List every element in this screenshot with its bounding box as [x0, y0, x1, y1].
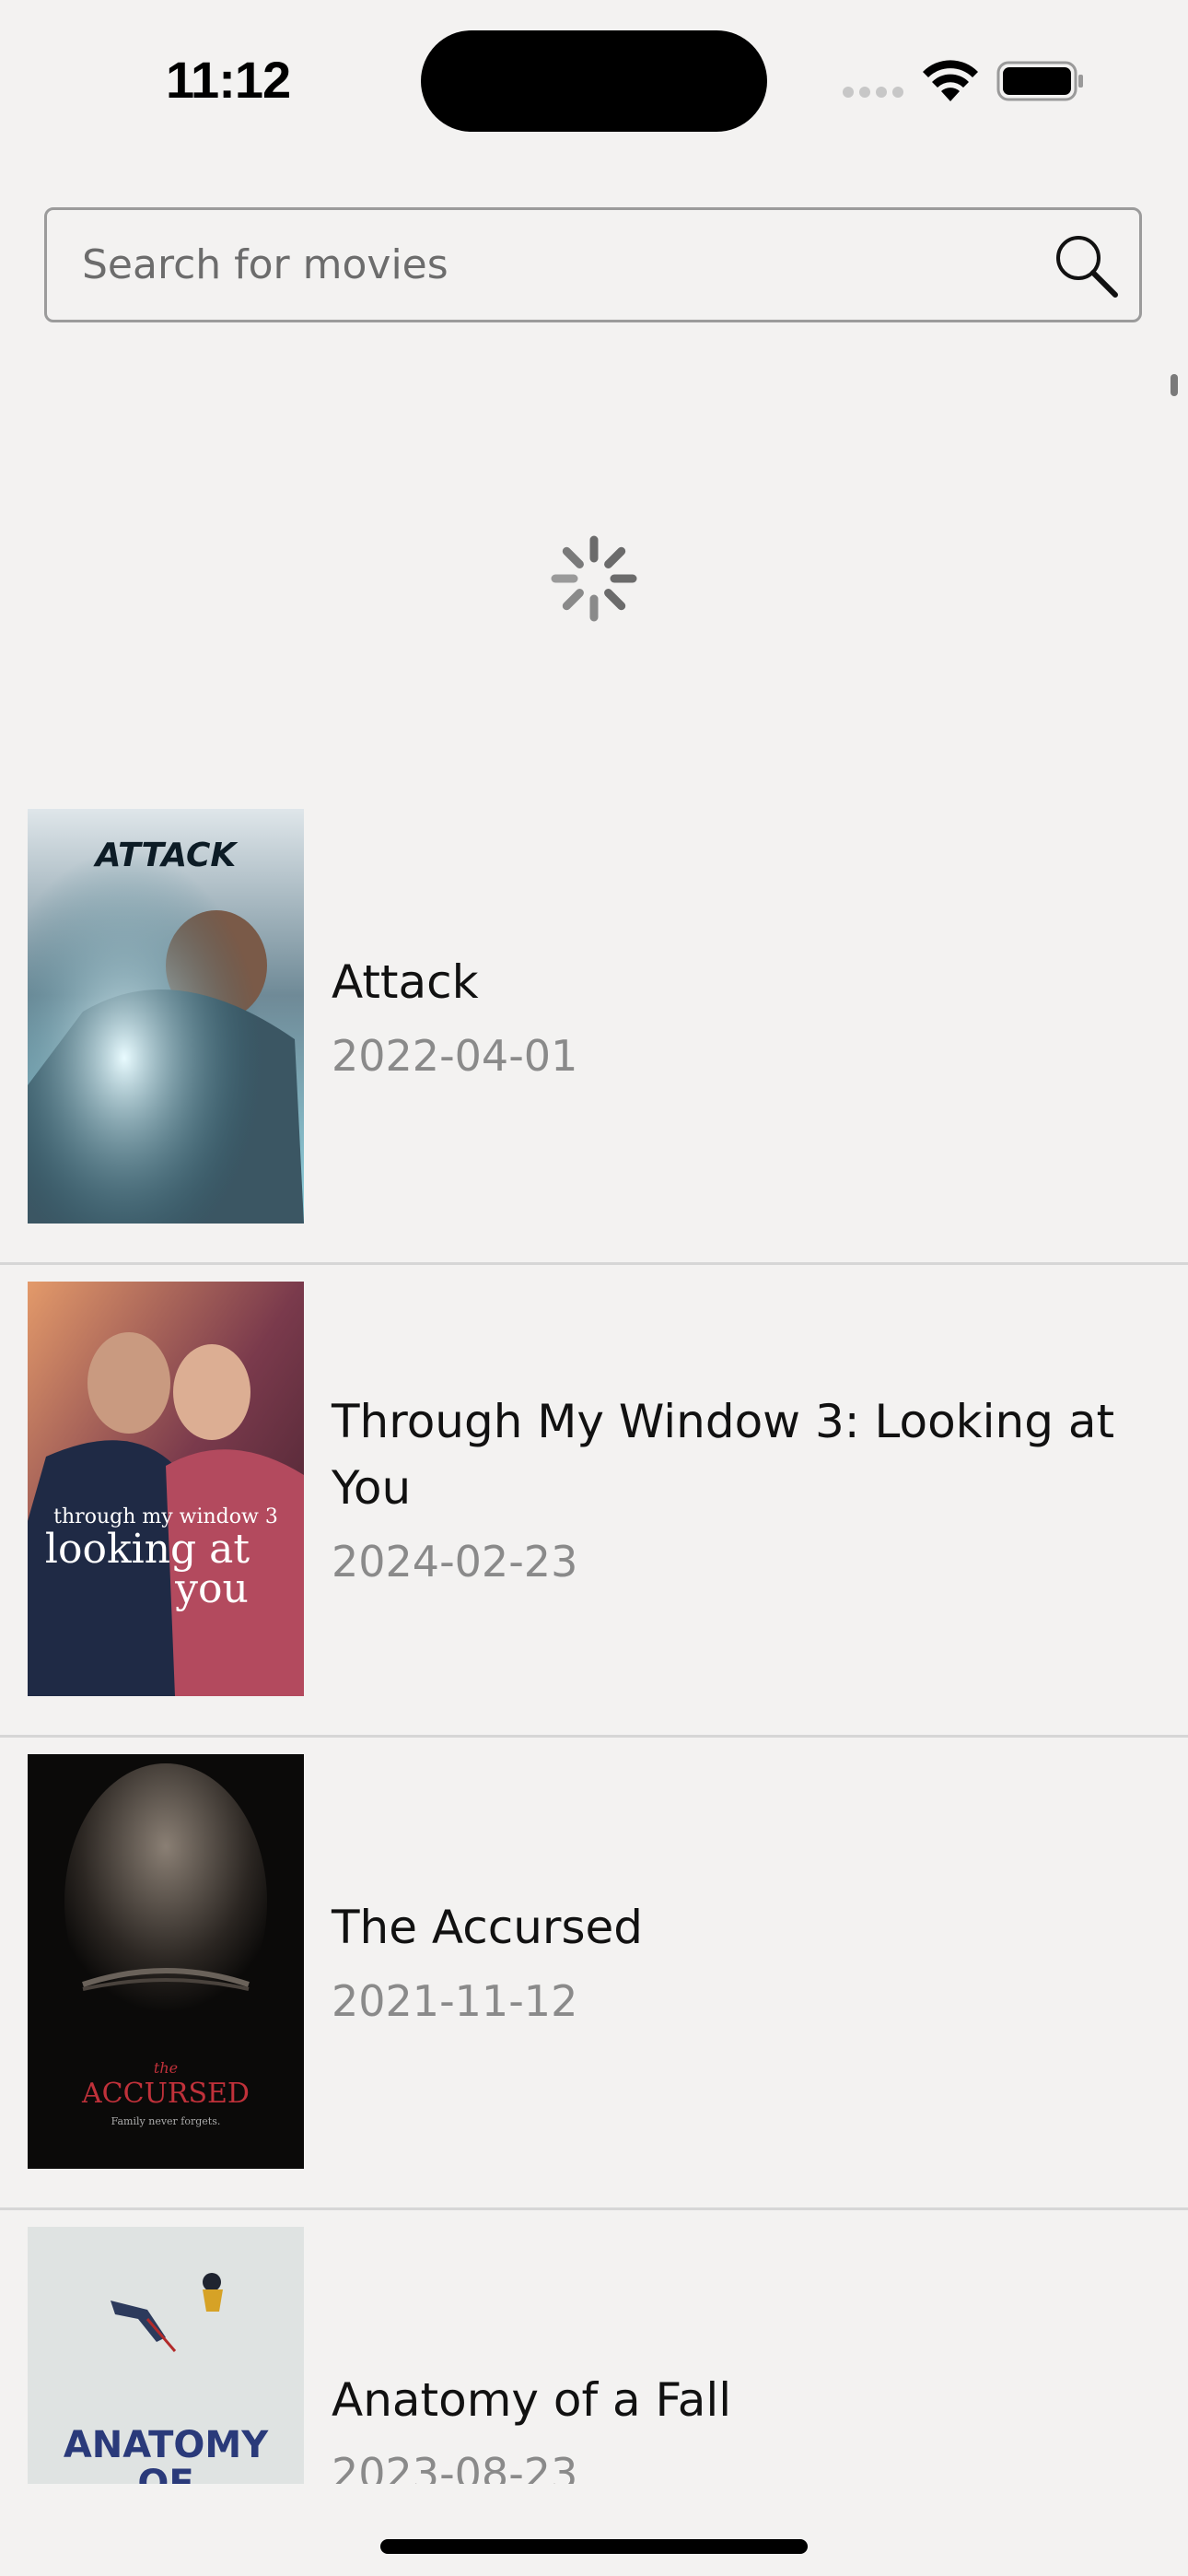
movie-row[interactable]: ATTACK Attack 2022-04-01 — [0, 792, 1188, 1265]
movie-title: Attack — [332, 955, 479, 1009]
poster-title-text: OF — [137, 2463, 193, 2484]
movie-poster[interactable]: the ACCURSED Family never forgets. — [28, 1754, 304, 2169]
movie-row[interactable]: through my window 3 looking at you Throu… — [0, 1265, 1188, 1738]
poster-title-text: ANATOMY — [64, 2424, 269, 2466]
movie-list[interactable]: ATTACK Attack 2022-04-01 through my wind… — [0, 792, 1188, 2484]
poster-small-text: the — [154, 2059, 178, 2077]
movie-release-date: 2024-02-23 — [332, 1537, 578, 1587]
dynamic-island — [421, 30, 767, 132]
movie-row[interactable]: ANATOMY OF Anatomy of a Fall 2023-08-23 — [0, 2210, 1188, 2484]
movie-poster[interactable]: ATTACK — [28, 809, 304, 1224]
movie-title: The Accursed — [332, 1901, 643, 1954]
wifi-icon — [923, 60, 978, 101]
search-bar[interactable] — [44, 207, 1142, 322]
loading-spinner-icon — [551, 535, 637, 622]
battery-icon — [996, 61, 1083, 101]
poster-title-text: you — [174, 1565, 249, 1612]
search-input[interactable] — [82, 210, 1003, 320]
poster-tagline-text: Family never forgets. — [111, 2115, 221, 2127]
movie-release-date: 2021-11-12 — [332, 1976, 578, 2026]
poster-title-text: ACCURSED — [81, 2078, 250, 2110]
movie-title: Through My Window 3: Looking at You — [332, 1395, 1115, 1515]
movie-release-date: 2023-08-23 — [332, 2449, 578, 2484]
movie-title: Anatomy of a Fall — [332, 2373, 732, 2427]
movie-release-date: 2022-04-01 — [332, 1031, 578, 1081]
search-icon[interactable] — [1051, 230, 1123, 302]
status-time: 11:12 — [166, 51, 291, 109]
scroll-indicator[interactable] — [1171, 374, 1178, 396]
home-indicator[interactable] — [380, 2539, 808, 2554]
movie-row[interactable]: the ACCURSED Family never forgets. The A… — [0, 1738, 1188, 2210]
movie-poster[interactable]: ANATOMY OF — [28, 2227, 304, 2484]
poster-title-text: ATTACK — [93, 837, 239, 874]
cellular-signal-icon — [843, 87, 907, 100]
movie-poster[interactable]: through my window 3 looking at you — [28, 1282, 304, 1696]
